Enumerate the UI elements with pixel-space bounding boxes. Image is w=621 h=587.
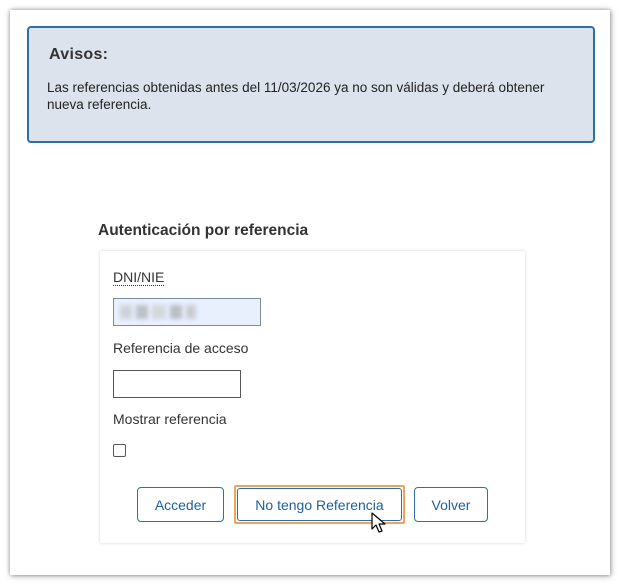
mouse-pointer-icon	[371, 512, 386, 533]
reference-input[interactable]	[113, 370, 241, 398]
redacted-text	[136, 305, 148, 319]
redacted-text	[170, 305, 182, 319]
notice-text: Las referencias obtenidas antes del 11/0…	[47, 80, 545, 112]
redacted-text	[152, 305, 166, 319]
notice-box: Avisos: Las referencias obtenidas antes …	[27, 26, 595, 143]
redacted-text	[120, 305, 132, 319]
volver-button[interactable]: Volver	[414, 487, 488, 522]
dni-input[interactable]	[113, 298, 261, 326]
show-reference-checkbox[interactable]	[113, 444, 126, 457]
dni-label: DNI/NIE	[113, 269, 165, 286]
show-reference-label: Mostrar referencia	[113, 411, 227, 427]
dni-label-abbr: DNI/NIE	[113, 269, 165, 286]
acceder-button[interactable]: Acceder	[137, 487, 224, 522]
redacted-text	[186, 305, 196, 319]
reference-label: Referencia de acceso	[113, 340, 249, 356]
notice-title: Avisos:	[49, 46, 109, 63]
auth-title: Autenticación por referencia	[98, 222, 309, 239]
